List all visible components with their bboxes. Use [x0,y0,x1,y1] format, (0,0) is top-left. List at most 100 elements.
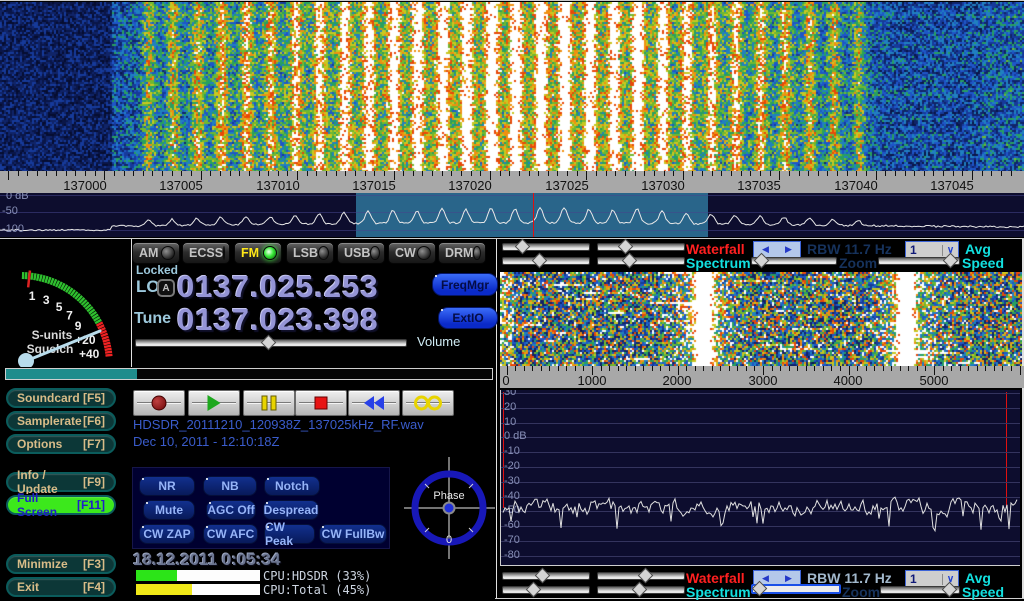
cw-fullbw-button[interactable]: CW FullBw [319,524,387,544]
zoom-slider[interactable] [751,584,841,594]
dsp-panel: NR NB Notch Mute AGC Off Despread CW ZAP… [132,467,390,549]
button-label: FreqMgr [441,278,489,292]
waterfall-contrast-slider[interactable] [597,572,685,580]
nb-button[interactable]: NB [203,476,257,496]
waterfall-brightness-slider[interactable] [502,572,590,580]
minimize-button[interactable]: Minimize [F3] [6,554,116,574]
lo-lock-badge[interactable]: A [157,279,175,297]
pause-button[interactable] [243,390,295,416]
mode-am-button[interactable]: AM [132,242,180,264]
af-spectrum[interactable]: 3020100 dB-10-20-30-40-50-60-70-80 [500,390,1020,566]
tick-mark [847,171,848,176]
divider-line [0,238,1024,239]
rf-spectrum[interactable]: 0 dB -50 -100 [0,193,1024,237]
mode-fm-button[interactable]: FM [234,242,282,264]
slider-thumb[interactable] [622,253,638,269]
mute-button[interactable]: Mute [143,500,195,520]
tick-mark [413,171,414,176]
spectrum-contrast-slider[interactable] [597,586,685,594]
mode-lsb-button[interactable]: LSB [286,242,334,264]
play-button[interactable] [188,390,240,416]
mode-usb-button[interactable]: USB [337,242,385,264]
mode-ecss-button[interactable]: ECSS [182,242,230,264]
rf-waterfall[interactable] [0,2,1024,171]
spectrum-contrast-slider[interactable] [597,257,685,265]
zoom-slider[interactable] [751,257,837,265]
speed-slider[interactable] [878,257,960,265]
options-button[interactable]: Options [F7] [6,434,116,454]
despread-button[interactable]: Despread [263,500,319,520]
spectrum-brightness-slider[interactable] [502,257,590,265]
tick-mark [287,171,288,176]
tick-mark [162,171,163,176]
mode-cw-button[interactable]: CW [388,242,436,264]
extio-button[interactable]: ExtIO [438,307,498,329]
arrow-left-icon[interactable]: ◀ [762,574,769,583]
slider-thumb[interactable] [618,239,634,255]
button-label: Full Screen [17,491,77,519]
rf-frequency-scale[interactable]: 137000 137005 137010 137015 137020 13702… [0,171,1024,193]
lo-frequency-value[interactable]: 0137.025.253 [177,269,379,305]
speed-slider[interactable] [880,586,960,594]
tick-mark [618,366,619,371]
tick-mark [789,366,790,371]
record-button[interactable] [133,390,185,416]
tick-mark [770,171,771,176]
cw-peak-button[interactable]: CW Peak [264,524,315,544]
cw-zap-button[interactable]: CW ZAP [139,524,195,544]
freq-tick-label: 137000 [63,178,106,193]
tick-mark [577,171,578,176]
freq-tick-label: 2000 [663,373,692,388]
tick-mark [754,366,755,371]
tune-slider[interactable] [135,339,407,347]
phase-dial[interactable]: Phase 0 [402,453,498,563]
nr-button[interactable]: NR [139,476,195,496]
tick-mark [8,171,9,180]
slider-thumb[interactable] [752,581,768,597]
waterfall-brightness-slider[interactable] [502,243,590,251]
slider-thumb[interactable] [532,253,548,269]
tick-mark [133,171,134,176]
cpu-bar-fill [136,584,192,595]
samplerate-button[interactable]: Samplerate [F6] [6,411,116,431]
waterfall-contrast-slider[interactable] [597,243,685,251]
slider-thumb[interactable] [515,239,531,255]
mode-drm-button[interactable]: DRM [438,242,486,264]
arrow-left-icon[interactable]: ◀ [762,245,769,254]
agc-off-button[interactable]: AGC Off [206,500,256,520]
slider-thumb[interactable] [632,582,648,598]
tick-mark [746,366,747,371]
tick-mark [201,171,202,180]
tick-mark [925,366,926,371]
af-waterfall[interactable] [500,272,1022,366]
mode-led-icon [223,246,225,260]
exit-button[interactable]: Exit [F4] [6,577,116,597]
fullscreen-button[interactable]: Full Screen [F11] [6,495,116,515]
arrow-right-icon[interactable]: ▶ [785,245,792,254]
stop-button[interactable] [295,390,347,416]
tick-mark [220,171,221,176]
tune-marker[interactable] [533,193,534,237]
freq-tick-label: 3000 [749,373,778,388]
spectrum-brightness-slider[interactable] [502,586,590,594]
tick-mark [924,171,925,176]
tune-frequency-value[interactable]: 0137.023.398 [177,302,379,338]
tick-mark [583,366,584,371]
rewind-button[interactable] [348,390,400,416]
avg-value: 1 [906,572,942,586]
cw-afc-button[interactable]: CW AFC [203,524,258,544]
freqmgr-button[interactable]: FreqMgr [432,273,498,296]
arrow-right-icon[interactable]: ▶ [785,574,792,583]
loop-button[interactable] [402,390,454,416]
slider-thumb[interactable] [638,568,654,584]
freq-tick-label: 0 [502,373,509,388]
notch-button[interactable]: Notch [264,476,320,496]
soundcard-button[interactable]: Soundcard [F5] [6,388,116,408]
af-frequency-scale[interactable]: 0 1000 2000 3000 4000 5000 [500,366,1024,388]
playback-progress-bar[interactable] [5,368,493,380]
tick-mark [601,366,602,371]
slider-thumb[interactable] [535,568,551,584]
info-update-button[interactable]: Info / Update [F9] [6,472,116,492]
button-label: Exit [17,580,39,594]
slider-thumb[interactable] [526,582,542,598]
